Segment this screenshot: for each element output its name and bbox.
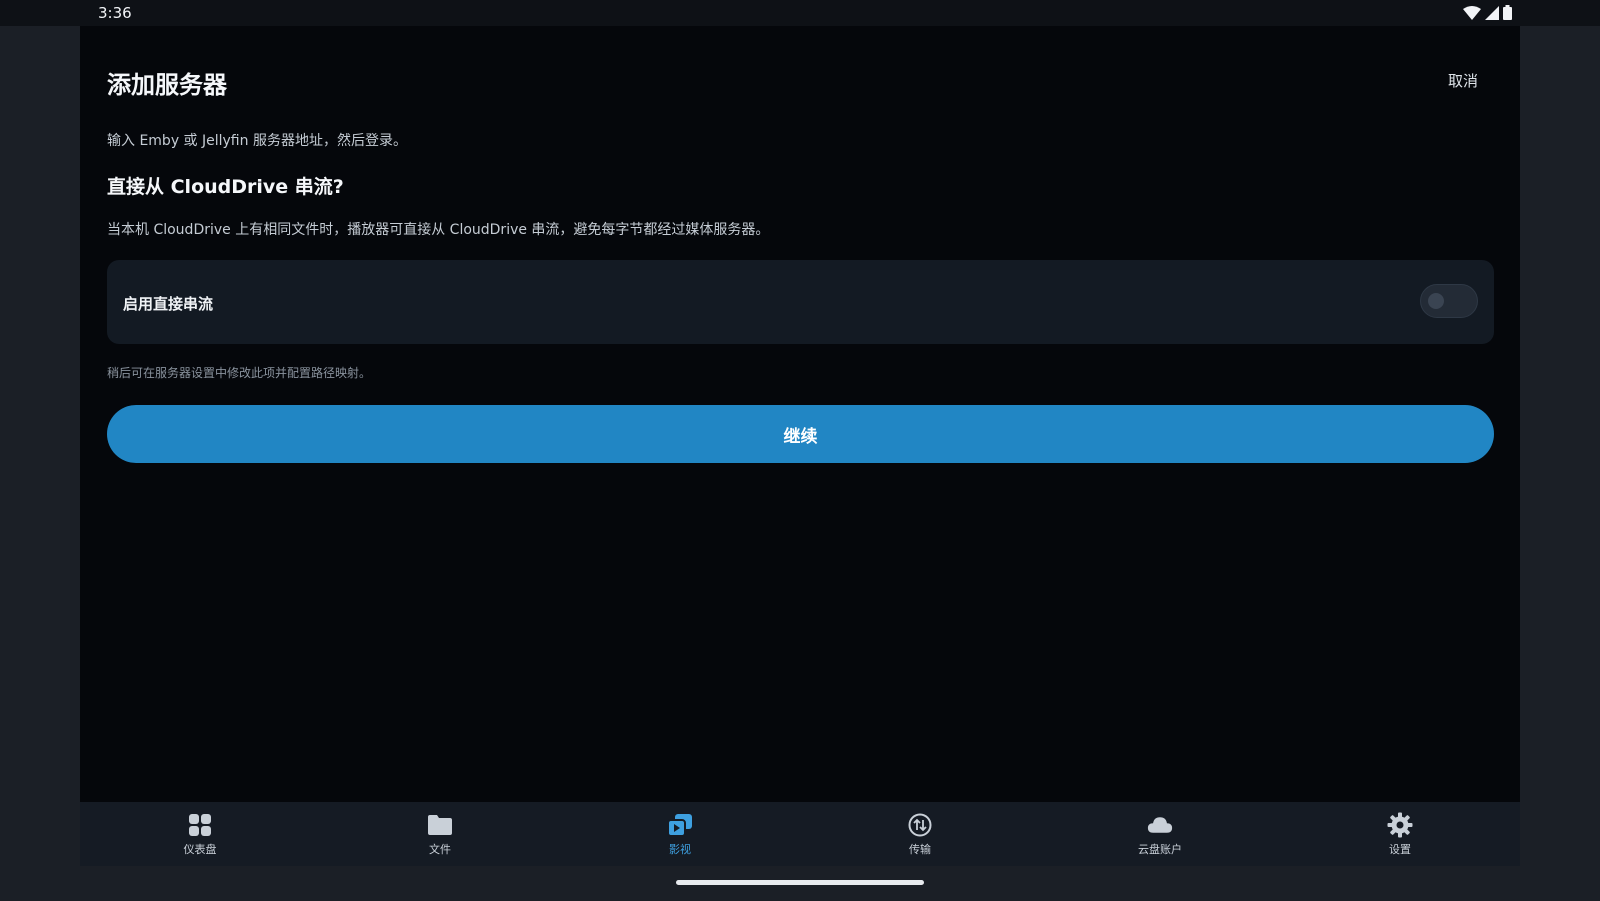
status-bar: 3:36 [0, 0, 1600, 26]
direct-stream-toggle[interactable] [1420, 284, 1478, 318]
nav-label: 文件 [429, 842, 451, 856]
nav-item-transfer[interactable]: 传输 [800, 802, 1040, 866]
cancel-button[interactable]: 取消 [1448, 70, 1478, 91]
transfer-icon [907, 812, 933, 838]
wifi-icon [1463, 5, 1481, 20]
page-title: 添加服务器 [107, 71, 227, 99]
cloud-icon [1147, 812, 1173, 838]
status-icons [1463, 5, 1512, 20]
nav-item-dashboard[interactable]: 仪表盘 [80, 802, 320, 866]
dashboard-icon [187, 812, 213, 838]
section-title: 直接从 CloudDrive 串流? [107, 176, 344, 198]
add-server-screen: 添加服务器 取消 输入 Emby 或 Jellyfin 服务器地址，然后登录。 … [80, 26, 1520, 866]
nav-item-cloud-accounts[interactable]: 云盘账户 [1040, 802, 1280, 866]
nav-item-settings[interactable]: 设置 [1280, 802, 1520, 866]
section-description: 当本机 CloudDrive 上有相同文件时，播放器可直接从 CloudDriv… [107, 222, 770, 238]
continue-button[interactable]: 继续 [107, 405, 1494, 463]
toggle-knob [1428, 293, 1444, 309]
bottom-nav: 仪表盘 文件 影视 传输 云盘账户 设置 [80, 802, 1520, 866]
status-time: 3:36 [98, 4, 132, 22]
nav-item-media[interactable]: 影视 [560, 802, 800, 866]
direct-stream-label: 启用直接串流 [123, 295, 214, 313]
nav-item-files[interactable]: 文件 [320, 802, 560, 866]
battery-icon [1503, 5, 1512, 20]
folder-icon [427, 812, 453, 838]
nav-label: 云盘账户 [1138, 842, 1182, 856]
media-icon [667, 812, 693, 838]
intro-text: 输入 Emby 或 Jellyfin 服务器地址，然后登录。 [107, 133, 407, 149]
home-indicator[interactable] [676, 880, 924, 885]
nav-label: 仪表盘 [183, 842, 217, 856]
nav-label: 影视 [669, 842, 691, 856]
hint-text: 稍后可在服务器设置中修改此项并配置路径映射。 [107, 366, 372, 380]
nav-label: 传输 [909, 842, 931, 856]
direct-stream-card: 启用直接串流 [107, 260, 1494, 344]
signal-icon [1485, 5, 1499, 20]
nav-label: 设置 [1389, 842, 1411, 856]
gear-icon [1387, 812, 1413, 838]
